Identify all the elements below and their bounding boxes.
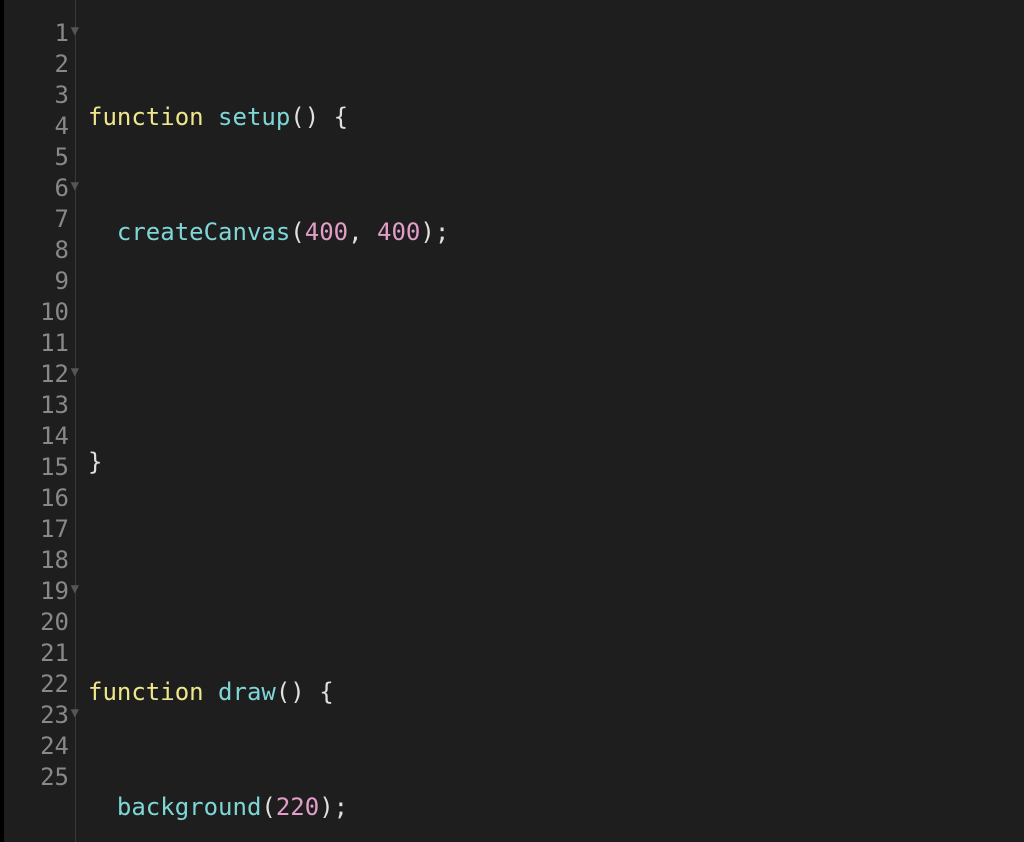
code-editor[interactable]: 1▼ 2 3 4 5 6▼ 7 8 9 10 11 12▼ 13 14 15 1… xyxy=(0,0,1024,842)
code-line[interactable]: function setup() { xyxy=(88,102,1024,133)
line-number: 6▼ xyxy=(4,173,75,204)
line-number: 24 xyxy=(4,731,75,762)
code-line[interactable]: } xyxy=(88,447,1024,478)
line-number: 14 xyxy=(4,421,75,452)
line-number: 15 xyxy=(4,452,75,483)
line-number: 11 xyxy=(4,328,75,359)
line-number: 18 xyxy=(4,545,75,576)
line-number: 25 xyxy=(4,762,75,793)
line-number: 2 xyxy=(4,49,75,80)
line-number: 1▼ xyxy=(4,18,75,49)
line-number: 7 xyxy=(4,204,75,235)
code-line[interactable]: background(220); xyxy=(88,792,1024,823)
fold-icon[interactable]: ▼ xyxy=(71,706,79,720)
line-number: 8 xyxy=(4,235,75,266)
code-area[interactable]: function setup() { createCanvas(400, 400… xyxy=(76,0,1024,842)
line-number: 22 xyxy=(4,669,75,700)
code-line[interactable] xyxy=(88,332,1024,363)
line-number: 4 xyxy=(4,111,75,142)
fold-icon[interactable]: ▼ xyxy=(71,179,79,193)
line-number-gutter: 1▼ 2 3 4 5 6▼ 7 8 9 10 11 12▼ 13 14 15 1… xyxy=(4,0,76,842)
code-line[interactable]: createCanvas(400, 400); xyxy=(88,217,1024,248)
line-number: 9 xyxy=(4,266,75,297)
line-number: 20 xyxy=(4,607,75,638)
line-number: 5 xyxy=(4,142,75,173)
code-line[interactable]: function draw() { xyxy=(88,677,1024,708)
fold-icon[interactable]: ▼ xyxy=(71,24,79,38)
line-number: 10 xyxy=(4,297,75,328)
line-number: 17 xyxy=(4,514,75,545)
code-line[interactable] xyxy=(88,562,1024,593)
line-number: 21 xyxy=(4,638,75,669)
line-number: 3 xyxy=(4,80,75,111)
line-number: 19▼ xyxy=(4,576,75,607)
fold-icon[interactable]: ▼ xyxy=(71,365,79,379)
line-number: 12▼ xyxy=(4,359,75,390)
line-number: 23▼ xyxy=(4,700,75,731)
fold-icon[interactable]: ▼ xyxy=(71,582,79,596)
line-number: 13 xyxy=(4,390,75,421)
line-number: 16 xyxy=(4,483,75,514)
